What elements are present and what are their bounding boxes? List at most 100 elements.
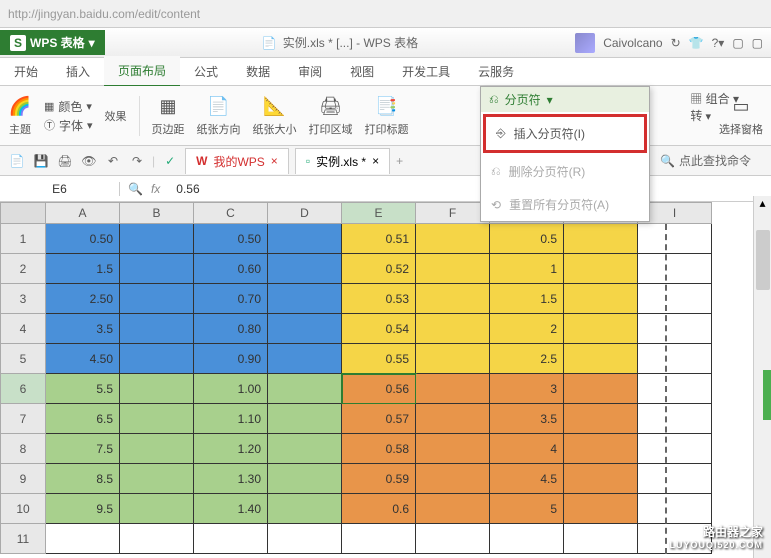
cell-D11[interactable]	[268, 524, 342, 554]
cell-E2[interactable]: 0.52	[342, 254, 416, 284]
ribbon-theme[interactable]: 🌈 主题	[8, 95, 32, 137]
cell-G2[interactable]: 1	[490, 254, 564, 284]
cell-G8[interactable]: 4	[490, 434, 564, 464]
ribbon-print-area[interactable]: 🖨 打印区域	[309, 95, 353, 137]
cell-A5[interactable]: 4.50	[46, 344, 120, 374]
cell-E9[interactable]: 0.59	[342, 464, 416, 494]
cell-H11[interactable]	[564, 524, 638, 554]
add-tab-icon[interactable]: +	[396, 154, 403, 168]
cell-A4[interactable]: 3.5	[46, 314, 120, 344]
cell-G7[interactable]: 3.5	[490, 404, 564, 434]
cell-G10[interactable]: 5	[490, 494, 564, 524]
cell-I4[interactable]	[638, 314, 712, 344]
fx-label[interactable]: fx	[151, 182, 160, 196]
cell-F10[interactable]	[416, 494, 490, 524]
cell-D4[interactable]	[268, 314, 342, 344]
cell-A11[interactable]	[46, 524, 120, 554]
cell-B8[interactable]	[120, 434, 194, 464]
cell-E7[interactable]: 0.57	[342, 404, 416, 434]
cell-I8[interactable]	[638, 434, 712, 464]
cell-G3[interactable]: 1.5	[490, 284, 564, 314]
row-header-9[interactable]: 9	[0, 464, 46, 494]
cell-G6[interactable]: 3	[490, 374, 564, 404]
cell-I1[interactable]	[638, 224, 712, 254]
cell-B1[interactable]	[120, 224, 194, 254]
group-btn[interactable]: ▦ 组合 ▾	[690, 90, 739, 107]
menu-start[interactable]: 开始	[0, 57, 52, 86]
cell-B9[interactable]	[120, 464, 194, 494]
preview-icon[interactable]: 👁	[80, 152, 98, 170]
cell-C6[interactable]: 1.00	[194, 374, 268, 404]
cell-F2[interactable]	[416, 254, 490, 284]
cell-B3[interactable]	[120, 284, 194, 314]
cell-G4[interactable]: 2	[490, 314, 564, 344]
cell-E5[interactable]: 0.55	[342, 344, 416, 374]
menu-formula[interactable]: 公式	[180, 57, 232, 86]
cell-D3[interactable]	[268, 284, 342, 314]
cell-B4[interactable]	[120, 314, 194, 344]
cell-H1[interactable]	[564, 224, 638, 254]
cell-A3[interactable]: 2.50	[46, 284, 120, 314]
sync-icon[interactable]: ↻	[671, 36, 681, 50]
cell-B6[interactable]	[120, 374, 194, 404]
cell-D6[interactable]	[268, 374, 342, 404]
fx-search-icon[interactable]: 🔍	[128, 182, 143, 196]
row-header-1[interactable]: 1	[0, 224, 46, 254]
cell-B10[interactable]	[120, 494, 194, 524]
formula-value[interactable]: 0.56	[168, 182, 207, 196]
col-header-F[interactable]: F	[416, 202, 490, 224]
col-header-E[interactable]: E	[342, 202, 416, 224]
cell-A9[interactable]: 8.5	[46, 464, 120, 494]
wps-logo[interactable]: S WPS 表格 ▾	[0, 30, 105, 55]
cell-C8[interactable]: 1.20	[194, 434, 268, 464]
col-header-D[interactable]: D	[268, 202, 342, 224]
cell-F6[interactable]	[416, 374, 490, 404]
check-icon[interactable]: ✓	[161, 152, 179, 170]
ribbon-orientation[interactable]: 📄 纸张方向	[197, 95, 241, 137]
row-header-11[interactable]: 11	[0, 524, 46, 554]
cell-D8[interactable]	[268, 434, 342, 464]
dropdown-header[interactable]: ⎌ 分页符 ▾	[481, 87, 649, 112]
cell-F7[interactable]	[416, 404, 490, 434]
redo-icon[interactable]: ↷	[128, 152, 146, 170]
row-header-2[interactable]: 2	[0, 254, 46, 284]
cell-C7[interactable]: 1.10	[194, 404, 268, 434]
cell-D5[interactable]	[268, 344, 342, 374]
col-header-A[interactable]: A	[46, 202, 120, 224]
menu-view[interactable]: 视图	[336, 57, 388, 86]
color-btn[interactable]: ▦ 颜色 ▾	[44, 98, 93, 115]
cell-E11[interactable]	[342, 524, 416, 554]
row-header-6[interactable]: 6	[0, 374, 46, 404]
menu-page-layout[interactable]: 页面布局	[104, 56, 180, 87]
cell-E8[interactable]: 0.58	[342, 434, 416, 464]
cell-G1[interactable]: 0.5	[490, 224, 564, 254]
ribbon-rotate[interactable]: 转 ▾	[690, 107, 711, 124]
avatar[interactable]	[575, 33, 595, 53]
reset-breaks-item[interactable]: ⟲ 重置所有分页符(A)	[481, 188, 649, 221]
doc-tab[interactable]: ▫ 实例.xls * ×	[295, 148, 390, 174]
row-header-5[interactable]: 5	[0, 344, 46, 374]
cell-I7[interactable]	[638, 404, 712, 434]
cell-D7[interactable]	[268, 404, 342, 434]
cell-G11[interactable]	[490, 524, 564, 554]
row-header-4[interactable]: 4	[0, 314, 46, 344]
cell-E4[interactable]: 0.54	[342, 314, 416, 344]
cell-A1[interactable]: 0.50	[46, 224, 120, 254]
cell-F9[interactable]	[416, 464, 490, 494]
shirt-icon[interactable]: 👕	[689, 36, 704, 50]
row-header-10[interactable]: 10	[0, 494, 46, 524]
cell-B2[interactable]	[120, 254, 194, 284]
insert-break-item[interactable]: ⎆ 插入分页符(I)	[483, 114, 647, 153]
cell-A7[interactable]: 6.5	[46, 404, 120, 434]
cell-F1[interactable]	[416, 224, 490, 254]
cell-I2[interactable]	[638, 254, 712, 284]
cell-H3[interactable]	[564, 284, 638, 314]
col-header-B[interactable]: B	[120, 202, 194, 224]
row-header-3[interactable]: 3	[0, 284, 46, 314]
cell-D1[interactable]	[268, 224, 342, 254]
cell-C11[interactable]	[194, 524, 268, 554]
delete-break-item[interactable]: ⎌ 删除分页符(R)	[481, 155, 649, 188]
cell-G5[interactable]: 2.5	[490, 344, 564, 374]
dropdown-icon[interactable]: ▾	[89, 36, 95, 50]
cell-A2[interactable]: 1.5	[46, 254, 120, 284]
